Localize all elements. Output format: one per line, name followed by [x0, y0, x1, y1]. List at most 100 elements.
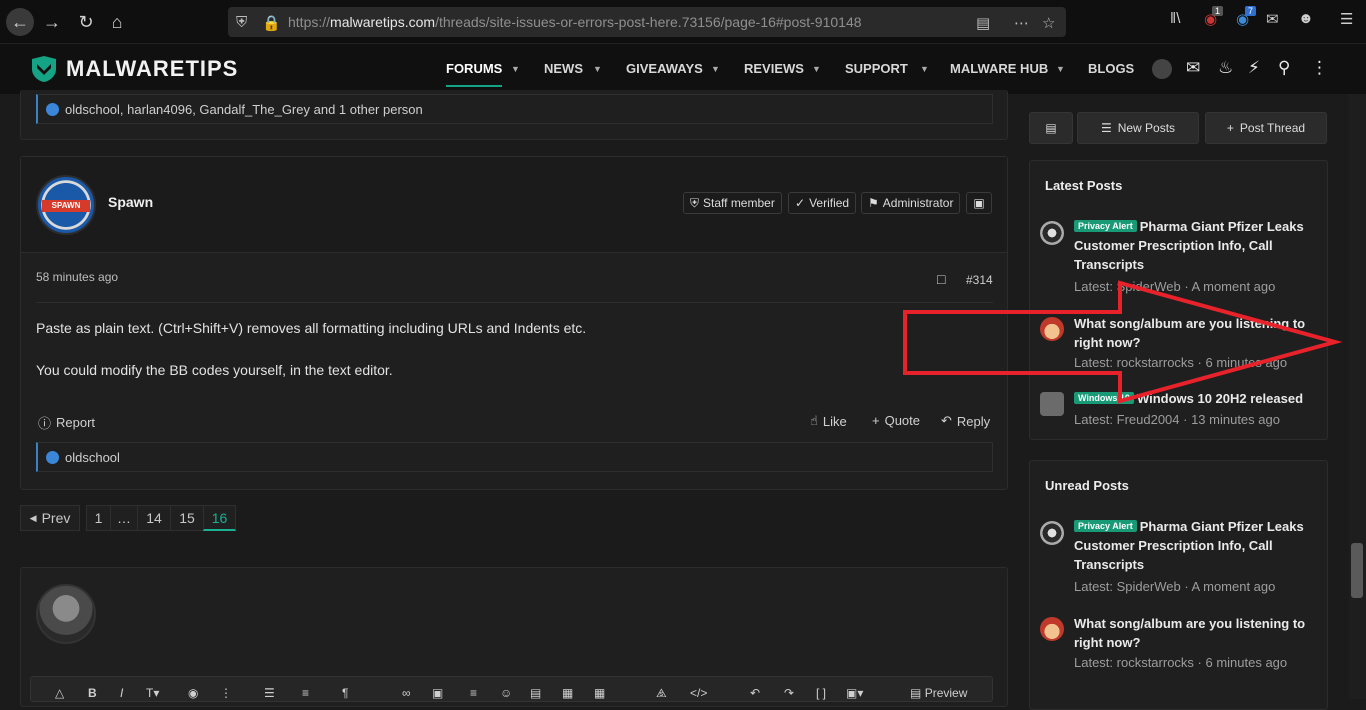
- report-link[interactable]: ⓘ Report: [38, 413, 95, 432]
- emoji-icon[interactable]: ☺: [500, 686, 512, 700]
- toggle-bbcode-icon[interactable]: [ ]: [816, 686, 826, 700]
- grid-icon[interactable]: ▦: [562, 686, 573, 700]
- avatar[interactable]: [1040, 317, 1064, 341]
- site-header: MALWARETIPS FORUMS ▼ NEWS ▼ GIVEAWAYS ▼ …: [0, 44, 1366, 94]
- page-actions-icon[interactable]: ⋯: [1014, 14, 1029, 32]
- forums-caret-icon[interactable]: ▼: [511, 64, 520, 74]
- avatar[interactable]: [1040, 392, 1064, 416]
- like-button[interactable]: ☝ Like: [810, 413, 847, 429]
- code-icon[interactable]: </>: [690, 686, 707, 700]
- page-14[interactable]: 14: [137, 505, 171, 531]
- url-text[interactable]: https://malwaretips.com/threads/site-iss…: [288, 14, 862, 30]
- media-icon[interactable]: ▤: [530, 686, 541, 700]
- unread-post-1-link[interactable]: Privacy Alert Pharma Giant Pfizer Leaks C…: [1074, 517, 1314, 574]
- nav-forums[interactable]: FORUMS: [446, 61, 503, 87]
- verified-badge: ✓ Verified: [788, 192, 857, 214]
- more-options-icon[interactable]: ⋮: [220, 686, 232, 700]
- logo-shield-icon: [32, 56, 56, 82]
- like-reaction-icon: [46, 450, 59, 464]
- bolt-icon[interactable]: ⚡: [1248, 58, 1260, 78]
- unread-post-2-link[interactable]: What song/album are you listening to rig…: [1074, 614, 1314, 652]
- reviews-caret-icon[interactable]: ▼: [812, 64, 821, 74]
- nav-malware-hub[interactable]: MALWARE HUB: [950, 61, 1048, 76]
- menu-hamburger-icon[interactable]: ☰: [1340, 10, 1353, 28]
- bookmark-star-icon[interactable]: ☆: [1042, 14, 1055, 32]
- nav-giveaways[interactable]: GIVEAWAYS: [626, 61, 703, 76]
- latest-post-2-link[interactable]: What song/album are you listening to rig…: [1074, 314, 1314, 352]
- profile-mask-icon[interactable]: ☻: [1298, 10, 1314, 27]
- avatar[interactable]: [1040, 617, 1064, 641]
- post-thread-button[interactable]: + Post Thread: [1205, 112, 1327, 144]
- address-bar[interactable]: ⛨ 🔒 https://malwaretips.com/threads/site…: [228, 7, 1066, 37]
- paragraph-icon[interactable]: ¶: [342, 686, 348, 700]
- staff-member-badge: ⛨ Staff member: [683, 192, 782, 214]
- eraser-icon[interactable]: △: [55, 686, 64, 700]
- giveaways-caret-icon[interactable]: ▼: [711, 64, 720, 74]
- image-icon[interactable]: ▣: [432, 686, 443, 700]
- post-reactions[interactable]: oldschool: [36, 442, 993, 472]
- prev-page-button[interactable]: ◀ Prev: [20, 505, 80, 531]
- post-author[interactable]: Spawn: [108, 194, 153, 210]
- privacy-alert-tag: Privacy Alert: [1074, 220, 1137, 232]
- bookmark-icon[interactable]: □: [937, 271, 945, 287]
- reply-arrow-icon: ↶: [941, 413, 952, 428]
- preview-button[interactable]: ▤ Preview: [910, 686, 967, 700]
- post-time[interactable]: 58 minutes ago: [36, 270, 118, 284]
- font-size-icon[interactable]: T▾: [146, 686, 159, 700]
- inbox-icon[interactable]: ✉: [1186, 58, 1200, 78]
- device-icon[interactable]: ▣: [966, 192, 992, 214]
- support-caret-icon[interactable]: ▼: [920, 64, 929, 74]
- avatar[interactable]: [1040, 221, 1064, 245]
- nav-support[interactable]: SUPPORT: [845, 61, 908, 76]
- list-icon[interactable]: ☰: [264, 686, 275, 700]
- thumbs-up-icon: ☝: [810, 413, 818, 428]
- link-icon[interactable]: ∞: [402, 686, 411, 700]
- tracking-shield-icon[interactable]: ⛨: [236, 14, 247, 31]
- italic-icon[interactable]: I: [120, 686, 123, 700]
- latest-post-3-link[interactable]: Windows 10 Windows 10 20H2 released: [1074, 389, 1314, 408]
- quote-button[interactable]: + Quote: [872, 413, 920, 428]
- reply-button[interactable]: ↶ Reply: [941, 413, 990, 429]
- align-icon[interactable]: ≡: [302, 686, 309, 700]
- latest-post-1-link[interactable]: Privacy Alert Pharma Giant Pfizer Leaks C…: [1074, 217, 1314, 274]
- forward-arrow-icon[interactable]: →: [38, 8, 66, 36]
- new-posts-button[interactable]: ☰ New Posts: [1077, 112, 1199, 144]
- bell-icon[interactable]: ♨: [1218, 58, 1233, 78]
- avatar[interactable]: [1040, 521, 1064, 545]
- undo-icon[interactable]: ↶: [750, 686, 760, 700]
- nav-blogs[interactable]: BLOGS: [1088, 61, 1134, 76]
- more-vertical-icon[interactable]: ⋮: [1311, 58, 1328, 78]
- page-15[interactable]: 15: [170, 505, 204, 531]
- mail-icon[interactable]: ✉: [1266, 10, 1279, 28]
- lock-icon[interactable]: 🔒: [262, 14, 281, 32]
- back-arrow-icon[interactable]: ←: [6, 8, 34, 36]
- page-1[interactable]: 1: [86, 505, 111, 531]
- redo-icon[interactable]: ↷: [784, 686, 794, 700]
- sidebar-toggle-icon[interactable]: ▤: [1029, 112, 1073, 144]
- table-icon[interactable]: ▦: [594, 686, 605, 700]
- page-16-current[interactable]: 16: [203, 505, 236, 531]
- nav-news[interactable]: NEWS: [544, 61, 583, 76]
- page-scrollbar[interactable]: [1349, 94, 1366, 699]
- library-icon[interactable]: ‖\: [1170, 10, 1180, 27]
- reload-icon[interactable]: ↻: [72, 8, 100, 36]
- home-icon[interactable]: ⌂: [103, 8, 131, 36]
- current-user-avatar[interactable]: [36, 584, 96, 644]
- color-icon[interactable]: ◉: [188, 686, 198, 700]
- post-number[interactable]: #314: [966, 273, 993, 287]
- news-caret-icon[interactable]: ▼: [593, 64, 602, 74]
- save-draft-icon[interactable]: ▣▾: [846, 686, 863, 700]
- bold-icon[interactable]: B: [88, 686, 97, 700]
- user-avatar[interactable]: [1152, 59, 1172, 79]
- scrollbar-thumb[interactable]: [1351, 543, 1363, 598]
- malware-hub-caret-icon[interactable]: ▼: [1056, 64, 1065, 74]
- latest-posts-title: Latest Posts: [1045, 178, 1123, 193]
- nav-reviews[interactable]: REVIEWS: [744, 61, 804, 76]
- avatar[interactable]: SPAWN: [36, 175, 96, 235]
- search-icon[interactable]: ⚲: [1278, 58, 1290, 78]
- previous-post-reactions[interactable]: oldschool, harlan4096, Gandalf_The_Grey …: [36, 94, 993, 124]
- page-ellipsis[interactable]: …: [110, 505, 138, 531]
- site-logo[interactable]: MALWARETIPS: [30, 55, 238, 83]
- gif-icon[interactable]: ≡: [470, 686, 477, 700]
- reader-view-icon[interactable]: ▤: [976, 14, 990, 32]
